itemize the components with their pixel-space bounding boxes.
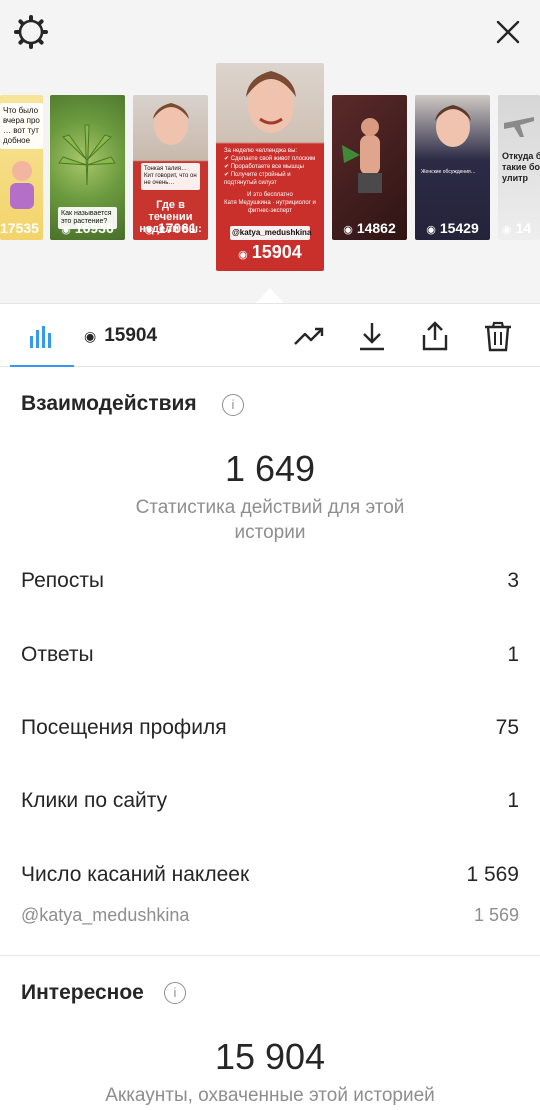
person-photo bbox=[246, 71, 296, 133]
trash-icon[interactable] bbox=[482, 320, 514, 352]
cartoon-illustration bbox=[10, 161, 34, 209]
interactions-total: 1 649 bbox=[224, 448, 316, 489]
stat-label: Посещения профиля bbox=[21, 716, 227, 739]
info-icon[interactable]: i bbox=[222, 394, 244, 416]
active-tab-indicator bbox=[10, 365, 74, 367]
gear-icon[interactable] bbox=[13, 14, 49, 50]
stat-label: @katya_medushkina bbox=[21, 905, 190, 925]
story-text-2: И это бесплатно Катя Медушкина · нутрицио… bbox=[224, 192, 316, 214]
story-thumbnail[interactable]: ◉ 14862 bbox=[332, 95, 407, 240]
stories-carousel: Что было вчера про … вот тут добное 1753… bbox=[0, 0, 540, 304]
stat-row-replies: Ответы 1 bbox=[21, 643, 519, 667]
stat-value: 1 569 bbox=[466, 863, 519, 886]
story-thumbnail[interactable]: Тонкая талия… Кит говорит, что он не оче… bbox=[133, 95, 208, 240]
download-icon[interactable] bbox=[356, 320, 388, 352]
story-thumbnail-selected[interactable]: За неделю челленджа вы: ✔ Сделаете свой ж… bbox=[216, 63, 324, 271]
stat-row-sticker-taps: Число касаний наклеек 1 569 bbox=[21, 863, 519, 887]
story-text: Тонкая талия… Кит говорит, что он не оче… bbox=[141, 163, 200, 190]
story-caption: Откуда б такие бо улитр bbox=[502, 151, 540, 183]
stat-row-reposts: Репосты 3 bbox=[21, 569, 519, 593]
insights-toolbar: ◉ 15904 bbox=[0, 303, 540, 367]
story-mention: @katya_medushkina bbox=[230, 226, 311, 240]
story-thumbnail[interactable]: Что было вчера про … вот тут добное 1753… bbox=[0, 95, 43, 240]
eye-icon: ◉ bbox=[343, 224, 353, 236]
airplane-image bbox=[504, 117, 534, 137]
eye-icon: ◉ bbox=[502, 224, 512, 236]
story-views: ◉ 16936 bbox=[61, 220, 114, 236]
stat-row-website-clicks: Клики по сайту 1 bbox=[21, 789, 519, 813]
info-icon[interactable]: i bbox=[164, 982, 186, 1004]
eye-icon: ◉ bbox=[61, 224, 71, 236]
discovery-title: Интересное bbox=[21, 981, 144, 1004]
story-thumbnail[interactable]: Откуда б такие бо улитр ◉ 14 bbox=[498, 95, 540, 240]
stat-value: 1 bbox=[507, 789, 519, 812]
stat-value: 75 bbox=[495, 716, 519, 739]
trending-up-icon[interactable] bbox=[293, 320, 325, 352]
stat-value: 1 bbox=[507, 643, 519, 666]
stat-label: Клики по сайту bbox=[21, 789, 168, 812]
story-views: ◉ 15429 bbox=[426, 220, 479, 236]
eye-icon: ◉ bbox=[144, 224, 154, 236]
section-divider bbox=[0, 955, 540, 956]
share-icon[interactable] bbox=[419, 320, 451, 352]
story-thumbnail[interactable]: Как называется это растение? ◉ 16936 bbox=[50, 95, 125, 240]
person-photo bbox=[153, 103, 189, 145]
stat-label: Ответы bbox=[21, 643, 94, 666]
interactions-title: Взаимодействия bbox=[21, 392, 197, 415]
story-views: ◉ 15904 bbox=[238, 242, 302, 262]
stat-value: 1 569 bbox=[473, 905, 519, 925]
story-views: ◉ 14862 bbox=[343, 220, 396, 236]
story-text: За неделю челленджа вы: ✔ Сделаете свой ж… bbox=[224, 148, 316, 186]
fitness-photo bbox=[342, 118, 382, 193]
stat-value: 3 bbox=[507, 569, 519, 592]
stat-row-profile-visits: Посещения профиля 75 bbox=[21, 716, 519, 740]
story-caption: Что было вчера про … вот тут добное bbox=[0, 103, 43, 149]
person-photo bbox=[435, 105, 471, 147]
story-text: Женские обсуждения… bbox=[421, 169, 476, 175]
tab-views[interactable]: ◉ 15904 bbox=[84, 325, 157, 347]
stat-label: Число касаний наклеек bbox=[21, 863, 250, 886]
bar-chart-icon[interactable] bbox=[28, 324, 54, 350]
stat-label: Репосты bbox=[21, 569, 105, 592]
eye-icon: ◉ bbox=[426, 224, 436, 236]
story-views: ◉ 17061 bbox=[144, 220, 197, 236]
interactions-subtitle: Статистика действий для этой истории bbox=[135, 497, 405, 543]
discovery-subtitle: Аккаунты, охваченные этой историей bbox=[105, 1085, 435, 1106]
eye-icon: ◉ bbox=[238, 249, 248, 261]
stat-row-sticker-account: @katya_medushkina 1 569 bbox=[21, 905, 519, 926]
eye-icon: ◉ bbox=[84, 328, 97, 344]
story-views: 17535 bbox=[0, 220, 39, 236]
selected-pointer bbox=[255, 288, 285, 304]
story-thumbnail[interactable]: Женские обсуждения… ◉ 15429 bbox=[415, 95, 490, 240]
story-views: ◉ 14 bbox=[502, 220, 532, 236]
discovery-total: 15 904 bbox=[214, 1036, 326, 1077]
close-icon[interactable] bbox=[490, 14, 526, 50]
plant-image bbox=[58, 124, 116, 186]
